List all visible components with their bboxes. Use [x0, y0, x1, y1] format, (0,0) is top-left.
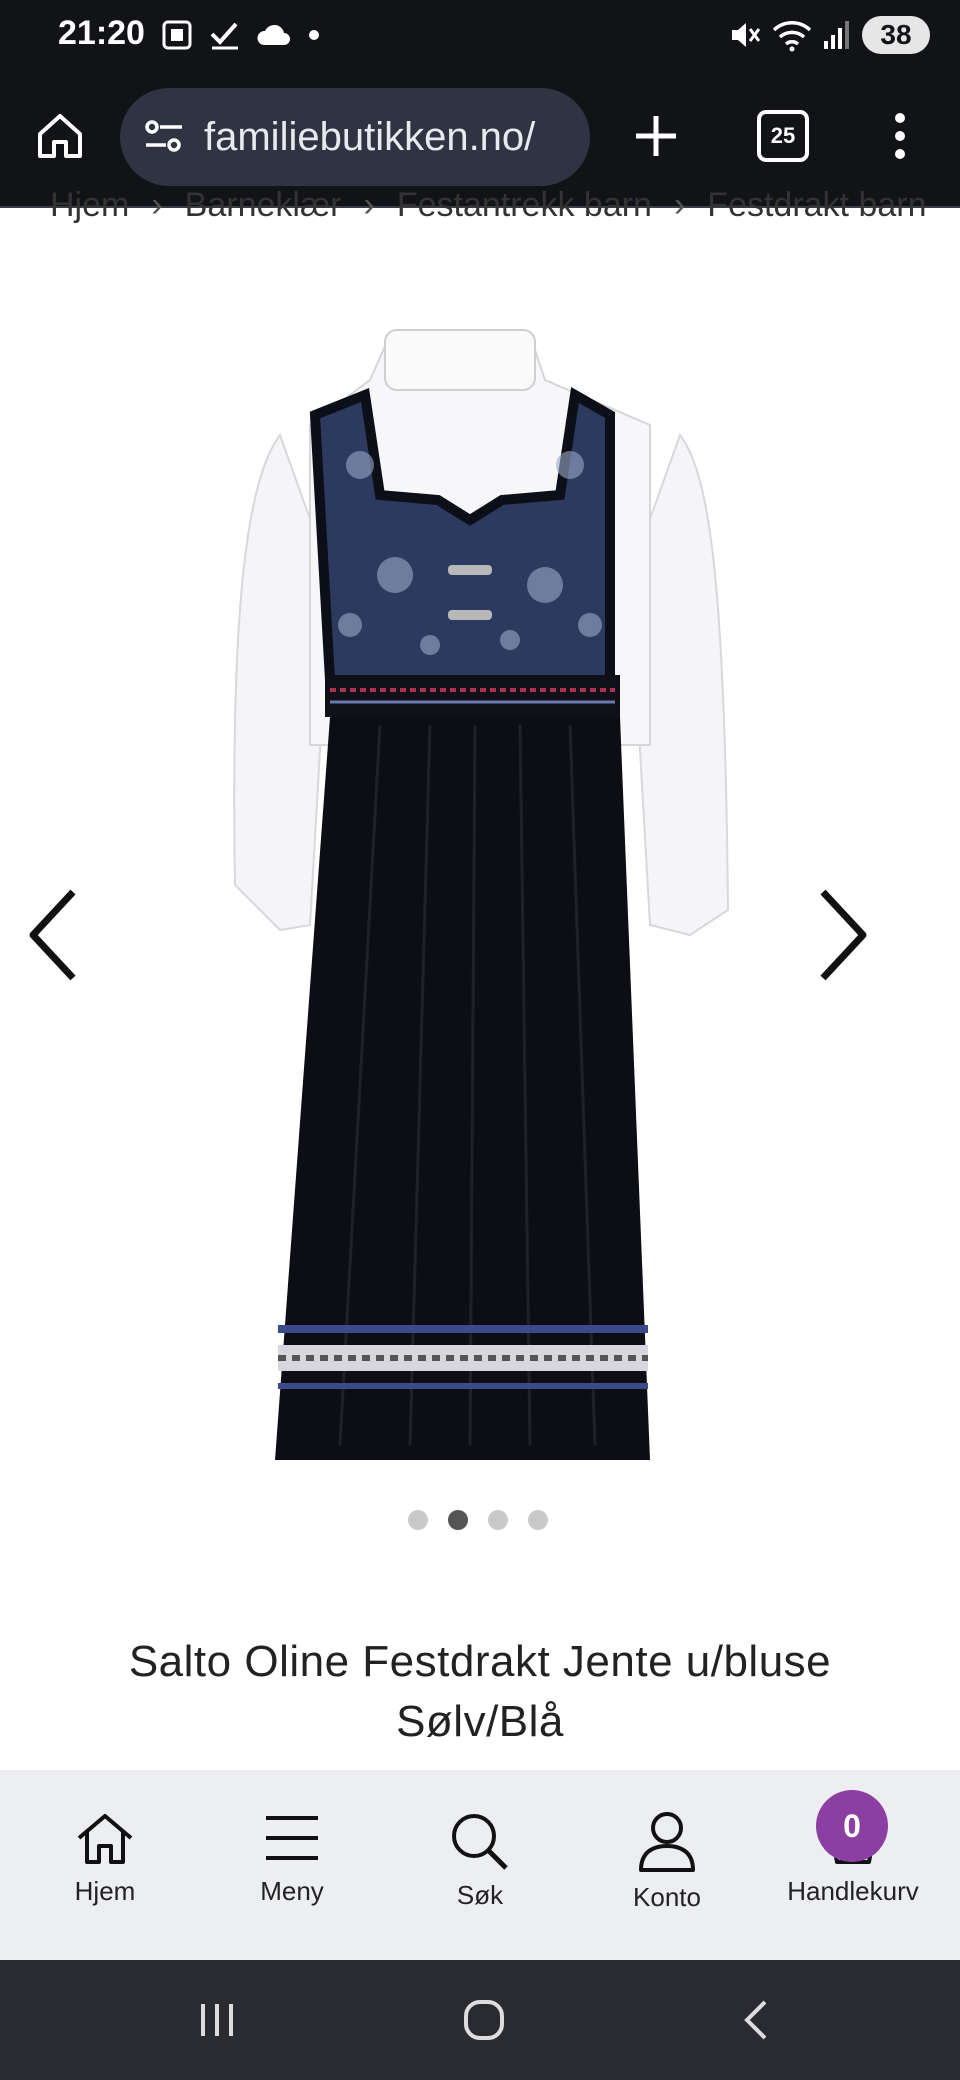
android-navigation-bar — [0, 1960, 960, 2080]
nav-menu-label: Meny — [260, 1876, 324, 1906]
address-bar[interactable]: familiebutikken.no/ — [120, 88, 590, 186]
back-icon[interactable] — [735, 1998, 779, 2042]
nav-account-label: Konto — [633, 1882, 701, 1912]
site-settings-icon[interactable] — [142, 115, 186, 159]
product-image[interactable] — [220, 325, 740, 1485]
dot-icon — [309, 30, 319, 40]
status-time: 21:20 — [58, 14, 145, 52]
carousel-next-icon[interactable] — [808, 880, 878, 990]
chevron-right-icon: › — [363, 186, 375, 224]
carousel-dot[interactable] — [528, 1510, 548, 1530]
cart-count-badge[interactable]: 0 — [816, 1790, 888, 1862]
battery-icon: 38 — [862, 16, 930, 54]
nav-home-label: Hjem — [74, 1876, 136, 1906]
carousel-dot[interactable] — [488, 1510, 508, 1530]
chevron-right-icon: › — [673, 186, 686, 224]
carousel-dot[interactable] — [408, 1510, 428, 1530]
wifi-icon — [772, 21, 812, 52]
tab-switcher-button[interactable]: 25 — [757, 110, 809, 162]
status-bar: 21:20 38 — [0, 0, 960, 76]
carousel-dots — [408, 1510, 548, 1530]
breadcrumb-home[interactable]: Hjem — [50, 186, 129, 226]
product-title-line2: Sølv/Blå — [396, 1697, 564, 1746]
more-options-icon[interactable] — [880, 106, 920, 166]
mute-icon — [732, 23, 761, 47]
menu-icon — [266, 1816, 318, 1860]
android-home-icon[interactable] — [462, 1998, 506, 2042]
new-tab-icon[interactable] — [626, 106, 686, 166]
carousel-prev-icon[interactable] — [18, 880, 88, 990]
breadcrumb-party-wear[interactable]: Festantrekk barn — [397, 186, 652, 226]
status-right-icons: 38 — [726, 16, 930, 54]
nav-search[interactable]: Søk — [390, 1810, 570, 1911]
product-title-line1: Salto Oline Festdrakt Jente u/bluse — [128, 1637, 832, 1686]
breadcrumb-childrens-clothing[interactable]: Barneklær — [185, 186, 342, 226]
chevron-right-icon: › — [151, 186, 163, 224]
nav-search-label: Søk — [456, 1880, 504, 1910]
breadcrumb: Hjem › Barneklær › Festantrekk barn › Fe… — [50, 186, 930, 226]
nav-account[interactable]: Konto — [577, 1810, 757, 1913]
nav-cart-label: Handlekurv — [787, 1876, 919, 1906]
user-icon — [639, 1812, 695, 1872]
site-bottom-nav: Hjem Meny Søk Konto Handlekurv — [0, 1770, 960, 1960]
check-icon — [210, 22, 238, 50]
status-left-icons — [160, 18, 322, 52]
breadcrumb-festdrakt[interactable]: Festdrakt barn — [707, 186, 926, 226]
signal-icon — [824, 21, 849, 49]
nav-menu[interactable]: Meny — [202, 1810, 382, 1907]
search-icon — [452, 1814, 508, 1870]
carousel-dot[interactable] — [448, 1510, 468, 1530]
recent-apps-icon[interactable] — [195, 1998, 239, 2042]
nav-home[interactable]: Hjem — [15, 1810, 195, 1907]
screenshot-icon — [162, 20, 192, 50]
home-icon — [77, 1814, 133, 1864]
cloud-icon — [257, 24, 290, 45]
url-text: familiebutikken.no/ — [204, 114, 536, 159]
browser-home-icon[interactable] — [30, 106, 90, 166]
product-title: Salto Oline Festdrakt Jente u/bluse Sølv… — [40, 1632, 920, 1752]
